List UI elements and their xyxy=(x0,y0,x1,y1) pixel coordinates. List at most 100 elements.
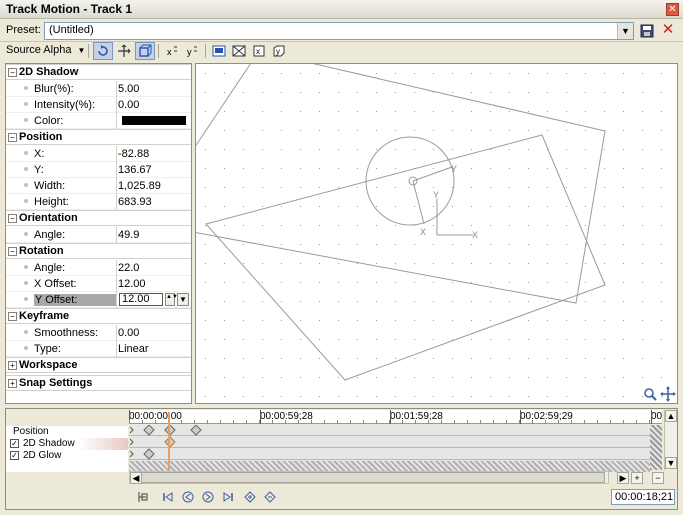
property-group-label: Orientation xyxy=(19,212,78,224)
lock-x-button[interactable]: x xyxy=(162,42,182,60)
property-group-rotation[interactable]: − Rotation xyxy=(6,243,191,259)
property-group-snap-settings[interactable]: + Snap Settings xyxy=(6,375,191,391)
property-row[interactable]: Width: 1,025.89 xyxy=(6,178,191,194)
chevron-down-icon[interactable]: ▼ xyxy=(177,293,189,306)
plane-y-button[interactable]: y xyxy=(269,42,289,60)
property-row[interactable]: Smoothness: 0.00 xyxy=(6,325,191,341)
scroll-down-arrow-icon[interactable]: ▼ xyxy=(665,457,677,469)
property-value[interactable]: 683.93 xyxy=(118,196,152,208)
zoom-out-timeline-button[interactable]: − xyxy=(652,472,664,484)
property-value[interactable]: 1,025.89 xyxy=(118,180,161,192)
track-row-2d-glow[interactable]: ✓ 2D Glow xyxy=(6,450,128,462)
property-value[interactable]: 12.00 xyxy=(118,278,146,290)
scroll-up-arrow-icon[interactable]: ▲ xyxy=(665,410,677,422)
track-row-position[interactable]: Position xyxy=(6,426,128,438)
property-key: X: xyxy=(34,148,45,160)
view-screen-button[interactable] xyxy=(209,42,229,60)
collapse-toggle-icon[interactable]: − xyxy=(8,68,17,77)
property-value[interactable]: Linear xyxy=(118,343,149,355)
property-group-keyframe[interactable]: − Keyframe xyxy=(6,308,191,324)
collapse-toggle-icon[interactable]: − xyxy=(8,312,17,321)
column-divider xyxy=(116,276,117,292)
property-key: Blur(%): xyxy=(34,83,74,95)
property-value[interactable]: 0.00 xyxy=(118,99,139,111)
save-preset-button[interactable] xyxy=(640,24,654,38)
property-row[interactable]: Color: xyxy=(6,113,191,129)
property-row[interactable]: Y Offset: 12.00 ▲▼ ▼ xyxy=(6,292,191,308)
property-group-label: 2D Shadow xyxy=(19,66,79,78)
property-row[interactable]: Angle: 22.0 xyxy=(6,260,191,276)
keyframe-markers[interactable] xyxy=(129,425,650,470)
property-group-workspace[interactable]: + Workspace xyxy=(6,357,191,373)
property-row[interactable]: Height: 683.93 xyxy=(6,194,191,210)
property-value[interactable]: -82.88 xyxy=(118,148,149,160)
preset-combo[interactable]: (Untitled) xyxy=(44,22,634,40)
ruler-minor-tick xyxy=(363,420,364,424)
close-window-button[interactable]: ✕ xyxy=(666,3,679,16)
property-key: Width: xyxy=(34,180,66,192)
property-row[interactable]: X: -82.88 xyxy=(6,146,191,162)
property-group-orientation[interactable]: − Orientation xyxy=(6,210,191,226)
ruler-tick xyxy=(520,410,521,424)
view-frame-button[interactable] xyxy=(229,42,249,60)
ruler-minor-tick xyxy=(350,420,351,424)
canvas-drawing[interactable]: Y X Y X xyxy=(196,64,677,403)
source-alpha-dropdown[interactable]: Source Alpha ▼ xyxy=(6,44,85,56)
property-group-position[interactable]: − Position xyxy=(6,129,191,145)
keyframe-area[interactable] xyxy=(129,425,650,472)
sync-cursor-button[interactable] xyxy=(136,490,150,504)
rotate-tool-button[interactable] xyxy=(93,42,113,60)
property-row[interactable]: Intensity(%): 0.00 xyxy=(6,97,191,113)
move-tool-button[interactable] xyxy=(114,42,134,60)
property-row[interactable]: Y: 136.67 xyxy=(6,162,191,178)
expand-toggle-icon[interactable]: + xyxy=(8,361,17,370)
property-value[interactable]: 22.0 xyxy=(118,262,139,274)
motion-canvas[interactable]: Y X Y X xyxy=(195,63,678,404)
y-offset-input[interactable]: 12.00 xyxy=(119,293,163,306)
zoom-in-timeline-button[interactable]: + xyxy=(631,472,643,484)
ruler-time-label: 00 xyxy=(651,411,663,422)
spinner-icon[interactable]: ▲▼ xyxy=(165,293,178,306)
playhead-cursor[interactable] xyxy=(168,412,170,470)
timeline-ruler[interactable]: 00:00:00;00 00:00:59;28 00:01:59;28 00:02:5… xyxy=(129,410,662,424)
shadow-color-swatch[interactable] xyxy=(122,116,186,125)
scroll-left-arrow-icon[interactable]: ◀ xyxy=(130,472,142,484)
property-row[interactable]: X Offset: 12.00 xyxy=(6,276,191,292)
scroll-right-arrow-icon[interactable]: ▶ xyxy=(617,472,629,484)
property-group-2d-shadow[interactable]: −2D Shadow xyxy=(6,64,191,80)
last-keyframe-button[interactable] xyxy=(221,490,235,504)
expand-toggle-icon[interactable]: + xyxy=(8,379,17,388)
plane-x-button[interactable]: x xyxy=(249,42,269,60)
timecode-display[interactable]: 00:00:18;21 xyxy=(611,489,675,505)
track-checkbox[interactable]: ✓ xyxy=(10,439,19,448)
collapse-toggle-icon[interactable]: − xyxy=(8,247,17,256)
property-row[interactable]: Type: Linear xyxy=(6,341,191,357)
property-value[interactable]: 0.00 xyxy=(118,327,139,339)
ruler-minor-tick xyxy=(493,420,494,424)
next-keyframe-button[interactable] xyxy=(201,490,215,504)
vertical-scrollbar[interactable]: ▲ ▼ xyxy=(664,410,677,470)
delete-preset-button[interactable]: ✕ xyxy=(660,22,676,38)
chevron-down-icon[interactable]: ▼ xyxy=(617,23,633,39)
add-keyframe-button[interactable] xyxy=(243,490,257,504)
track-row-2d-shadow[interactable]: ✓ 2D Shadow xyxy=(6,438,128,450)
track-checkbox[interactable]: ✓ xyxy=(10,451,19,460)
property-value[interactable]: 136.67 xyxy=(118,164,152,176)
edit-box-button[interactable] xyxy=(135,42,155,60)
property-value[interactable]: 5.00 xyxy=(118,83,139,95)
ruler-minor-tick xyxy=(597,420,598,424)
delete-keyframe-button[interactable] xyxy=(263,490,277,504)
horizontal-scroll-thumb[interactable] xyxy=(140,472,605,483)
timeline-end-hatch xyxy=(650,425,662,470)
ruler-minor-tick xyxy=(519,420,520,424)
property-row[interactable]: Blur(%): 5.00 xyxy=(6,81,191,97)
property-row[interactable]: Angle: 49.9 xyxy=(6,227,191,243)
first-keyframe-button[interactable] xyxy=(161,490,175,504)
collapse-toggle-icon[interactable]: − xyxy=(8,214,17,223)
property-value[interactable]: 49.9 xyxy=(118,229,139,241)
collapse-toggle-icon[interactable]: − xyxy=(8,133,17,142)
bullet-icon xyxy=(24,297,28,301)
property-key: Height: xyxy=(34,196,69,208)
lock-y-button[interactable]: y xyxy=(182,42,202,60)
prev-keyframe-button[interactable] xyxy=(181,490,195,504)
